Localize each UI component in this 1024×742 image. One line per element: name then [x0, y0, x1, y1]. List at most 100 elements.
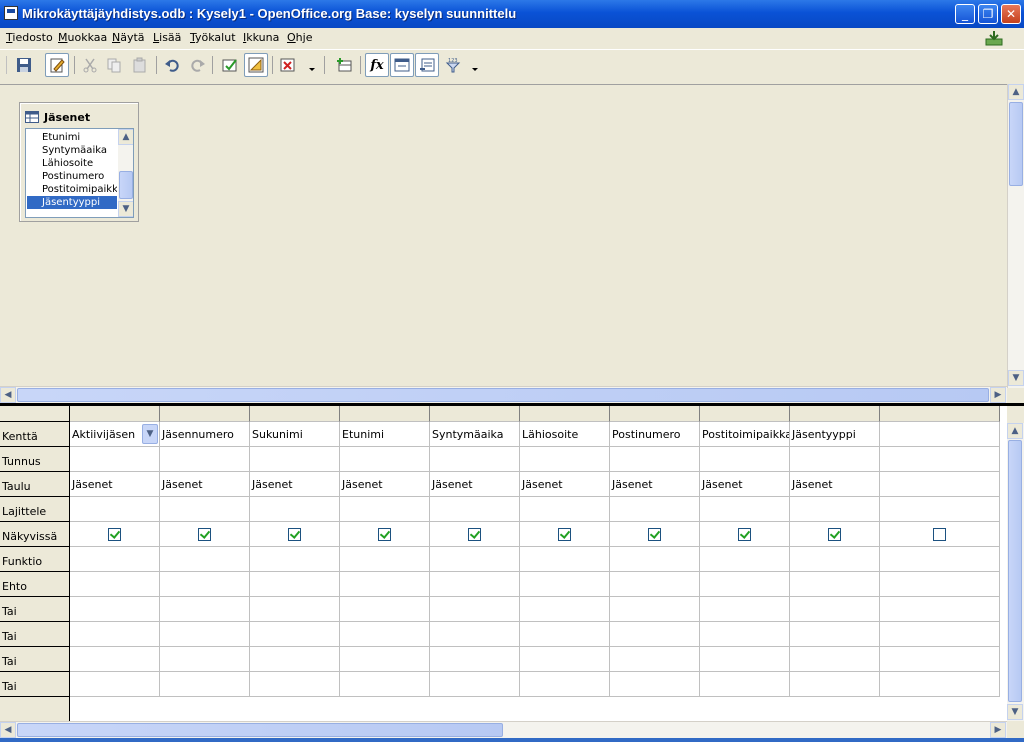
grid-cell[interactable] — [160, 447, 250, 472]
grid-cell[interactable] — [880, 597, 1000, 622]
grid-cell[interactable] — [520, 547, 610, 572]
field-cell[interactable]: Aktiivijäsen ▼ — [70, 422, 160, 447]
grid-cell[interactable] — [160, 572, 250, 597]
visible-checkbox-checked[interactable] — [828, 528, 841, 541]
menu-view[interactable]: Näytä — [112, 31, 145, 44]
grid-cell[interactable] — [250, 622, 340, 647]
field-item[interactable]: Etunimi — [27, 131, 117, 144]
menu-edit[interactable]: Muokkaa — [58, 31, 107, 44]
grid-cell[interactable] — [790, 597, 880, 622]
grid-cell[interactable] — [70, 647, 160, 672]
grid-cell[interactable] — [610, 547, 700, 572]
query-design-area[interactable] — [0, 84, 1024, 402]
grid-cell[interactable] — [520, 497, 610, 522]
grid-cell[interactable] — [430, 647, 520, 672]
table-window-jasenet[interactable]: Jäsenet Etunimi Syntymäaika Lähiosoite P… — [19, 102, 139, 222]
field-item[interactable]: Syntymäaika — [27, 144, 117, 157]
menu-help[interactable]: Ohje — [287, 31, 312, 44]
scroll-down-arrow-icon[interactable]: ▼ — [1008, 370, 1024, 386]
table-cell[interactable] — [880, 472, 1000, 497]
scroll-up-arrow-icon[interactable]: ▲ — [1007, 423, 1023, 439]
grid-cell[interactable] — [790, 497, 880, 522]
edit-mode-icon[interactable] — [45, 53, 69, 77]
minimize-button[interactable]: _ — [955, 4, 975, 24]
field-item[interactable]: Lähiosoite — [27, 157, 117, 170]
table-cell[interactable]: Jäsenet — [250, 472, 340, 497]
visible-cell[interactable] — [430, 522, 520, 547]
scroll-left-arrow-icon[interactable]: ◀ — [0, 387, 16, 403]
redo-icon[interactable] — [186, 53, 210, 77]
menu-insert[interactable]: Lisää — [153, 31, 181, 44]
field-cell[interactable]: Jäsennumero — [160, 422, 250, 447]
grid-cell[interactable] — [790, 572, 880, 597]
run-query-icon[interactable] — [218, 53, 242, 77]
field-item-selected[interactable]: Jäsentyyppi — [27, 196, 117, 209]
grid-cell[interactable] — [520, 672, 610, 697]
visible-checkbox-checked[interactable] — [198, 528, 211, 541]
grid-cell[interactable] — [700, 672, 790, 697]
grid-cell[interactable] — [520, 572, 610, 597]
grid-cell[interactable] — [790, 447, 880, 472]
visible-cell[interactable] — [790, 522, 880, 547]
save-icon[interactable] — [12, 53, 36, 77]
scroll-up-arrow-icon[interactable]: ▲ — [118, 129, 133, 145]
visible-cell[interactable] — [700, 522, 790, 547]
column-header[interactable] — [610, 406, 700, 422]
grid-cell[interactable] — [880, 497, 1000, 522]
menu-tools[interactable]: Työkalut — [190, 31, 236, 44]
field-item[interactable]: Postinumero — [27, 170, 117, 183]
grid-cell[interactable] — [520, 647, 610, 672]
field-list[interactable]: Etunimi Syntymäaika Lähiosoite Postinume… — [25, 128, 134, 218]
column-header[interactable] — [160, 406, 250, 422]
column-header[interactable] — [430, 406, 520, 422]
close-button[interactable]: ✕ — [1001, 4, 1021, 24]
grid-cell[interactable] — [340, 447, 430, 472]
grid-cell[interactable] — [790, 672, 880, 697]
grid-cell[interactable] — [700, 647, 790, 672]
scroll-thumb[interactable] — [1008, 440, 1022, 702]
column-header[interactable] — [790, 406, 880, 422]
field-list-scrollbar[interactable]: ▲ ▼ — [118, 129, 133, 217]
grid-cell[interactable] — [160, 547, 250, 572]
column-header[interactable] — [250, 406, 340, 422]
grid-cell[interactable] — [700, 547, 790, 572]
undo-icon[interactable] — [160, 53, 184, 77]
table-name-icon[interactable] — [390, 53, 414, 77]
field-cell[interactable]: Lähiosoite — [520, 422, 610, 447]
grid-cell[interactable] — [610, 672, 700, 697]
table-cell[interactable]: Jäsenet — [70, 472, 160, 497]
visible-checkbox-checked[interactable] — [558, 528, 571, 541]
column-header[interactable] — [880, 406, 1000, 422]
column-header[interactable] — [70, 406, 160, 422]
column-header[interactable] — [340, 406, 430, 422]
grid-cell[interactable] — [340, 672, 430, 697]
grid-cell[interactable] — [430, 622, 520, 647]
visible-cell[interactable] — [880, 522, 1000, 547]
grid-vertical-scrollbar[interactable]: ▲ ▼ — [1007, 423, 1024, 721]
grid-cell[interactable] — [610, 597, 700, 622]
scroll-left-arrow-icon[interactable]: ◀ — [0, 722, 16, 738]
grid-cell[interactable] — [70, 547, 160, 572]
scroll-down-arrow-icon[interactable]: ▼ — [118, 201, 133, 217]
toolbar-overflow-button-2[interactable] — [471, 56, 479, 74]
field-cell[interactable] — [880, 422, 1000, 447]
scroll-thumb[interactable] — [1009, 102, 1023, 186]
grid-cell[interactable] — [700, 572, 790, 597]
grid-cell[interactable] — [700, 497, 790, 522]
design-vertical-scrollbar[interactable]: ▲ ▼ — [1007, 84, 1024, 388]
grid-cell[interactable] — [160, 647, 250, 672]
visible-checkbox-checked[interactable] — [378, 528, 391, 541]
column-header[interactable] — [700, 406, 790, 422]
scroll-up-arrow-icon[interactable]: ▲ — [1008, 84, 1024, 100]
grid-cell[interactable] — [430, 447, 520, 472]
toolbar-overflow-button[interactable] — [308, 56, 316, 74]
column-header[interactable] — [520, 406, 610, 422]
visible-checkbox-checked[interactable] — [738, 528, 751, 541]
grid-cell[interactable] — [880, 572, 1000, 597]
visible-checkbox[interactable] — [933, 528, 946, 541]
grid-cell[interactable] — [340, 572, 430, 597]
grid-cell[interactable] — [790, 622, 880, 647]
grid-cell[interactable] — [790, 547, 880, 572]
grid-cell[interactable] — [880, 672, 1000, 697]
field-cell[interactable]: Postitoimipaikka — [700, 422, 790, 447]
